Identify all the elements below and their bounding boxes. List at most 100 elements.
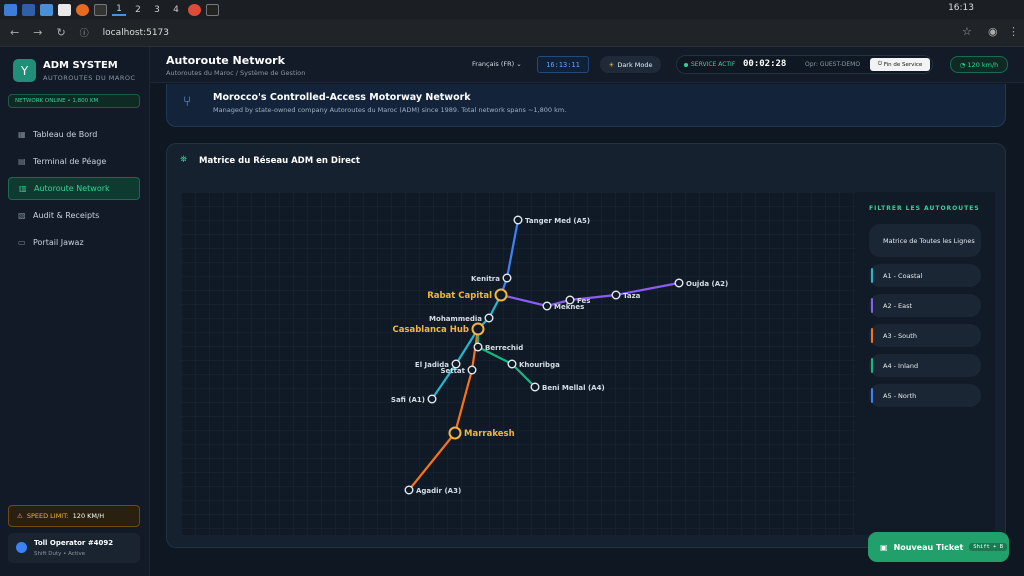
city-node[interactable] — [473, 342, 483, 352]
service-timer: 00:02:28 — [743, 59, 787, 69]
line-color-bar — [871, 328, 873, 343]
city-node[interactable] — [448, 426, 462, 440]
language-select[interactable]: Français (FR) ⌄ — [472, 60, 522, 68]
info-icon[interactable]: ⓘ — [80, 26, 89, 39]
speed-indicator: ◔ 120 km/h — [950, 56, 1008, 73]
filter-a3[interactable]: A3 - South — [869, 324, 981, 347]
network-map-svg: Tanger Med (A5) Kenitra Rabat Capital Moham… — [391, 215, 728, 495]
sidebar-item-audit[interactable]: ▧ Audit & Receipts — [8, 204, 140, 227]
adm-logo-icon: Y — [13, 59, 36, 82]
sun-icon: ☀ — [608, 60, 615, 69]
filter-all-lines[interactable]: Matrice de Toutes les Lignes — [869, 224, 981, 257]
grid-icon: ▦ — [18, 129, 26, 139]
language-value: Français (FR) — [472, 60, 515, 68]
filter-a1[interactable]: A1 - Coastal — [869, 264, 981, 287]
files-icon[interactable] — [40, 3, 53, 16]
status-dot-icon — [684, 63, 688, 67]
terminal-icon[interactable] — [94, 3, 107, 16]
brand-subtitle: AUTOROUTES DU MAROC — [43, 74, 136, 82]
profile-icon[interactable]: ◉ — [988, 25, 998, 38]
filter-a4[interactable]: A4 - Inland — [869, 354, 981, 377]
city-node[interactable] — [542, 301, 552, 311]
service-label: SERVICE ACTIF — [691, 61, 736, 68]
filter-a5[interactable]: A5 - North — [869, 384, 981, 407]
workspace-4[interactable]: 4 — [169, 5, 183, 15]
workspace-3[interactable]: 3 — [150, 5, 164, 15]
os-clock: 16:13 — [948, 3, 974, 13]
new-ticket-label: Nouveau Ticket — [893, 542, 964, 552]
city-label: Kenitra — [471, 275, 500, 283]
ticket-icon: ▣ — [880, 542, 888, 552]
page-title: Autoroute Network — [166, 54, 285, 67]
line-color-bar — [871, 298, 873, 313]
sidebar-item-toll-terminal[interactable]: ▤ Terminal de Péage — [8, 150, 140, 173]
city-node[interactable] — [565, 295, 575, 305]
sidebar-item-label: Audit & Receipts — [33, 211, 100, 220]
launcher-icon[interactable] — [4, 3, 17, 16]
brand-name: ADM SYSTEM — [43, 60, 118, 71]
city-node[interactable] — [530, 382, 540, 392]
sidebar-item-jawaz[interactable]: ▭ Portail Jawaz — [8, 231, 140, 254]
firefox-icon[interactable] — [76, 3, 89, 16]
motorway-line-5 — [476, 327, 537, 389]
city-label: Beni Mellal (A4) — [542, 384, 605, 392]
city-label: Taza — [623, 292, 641, 300]
filter-label: A3 - South — [883, 331, 917, 340]
speed-limit-value: 120 KM/H — [72, 512, 105, 520]
road-fork-icon: ⑂ — [183, 94, 192, 110]
bookmark-star-icon[interactable]: ☆ — [962, 25, 972, 38]
city-label: Agadir (A3) — [416, 487, 461, 495]
back-icon[interactable]: ← — [10, 26, 19, 39]
city-node[interactable] — [502, 273, 512, 283]
receipt-icon: ▧ — [18, 210, 26, 220]
filter-a2[interactable]: A2 - East — [869, 294, 981, 317]
terminal-window-icon[interactable] — [206, 3, 219, 16]
power-icon: ⏻ — [877, 61, 883, 67]
city-label: Settat — [440, 367, 465, 375]
sidebar-item-autoroute-network[interactable]: ▥ Autoroute Network — [8, 177, 140, 200]
city-node[interactable] — [467, 365, 477, 375]
filter-label: A4 - Inland — [883, 361, 919, 370]
chrome-icon[interactable] — [188, 3, 201, 16]
workspace-1[interactable]: 1 — [112, 4, 126, 16]
city-node[interactable] — [494, 288, 508, 302]
network-status-badge: NETWORK ONLINE • 1,800 KM — [8, 94, 140, 108]
page-header: Autoroute Network Autoroutes du Maroc / … — [150, 47, 1024, 83]
url-bar[interactable]: localhost:5173 — [103, 28, 169, 38]
city-node[interactable] — [484, 313, 494, 323]
menu-icon[interactable]: ⋮ — [1008, 25, 1019, 38]
new-ticket-button[interactable]: ▣ Nouveau Ticket Shift + B — [868, 532, 1009, 562]
city-node[interactable] — [611, 290, 621, 300]
city-node[interactable] — [427, 394, 437, 404]
dark-mode-toggle[interactable]: ☀ Dark Mode — [600, 56, 661, 73]
forward-icon[interactable]: → — [33, 26, 42, 39]
browser-toolbar: ← → ↻ ⓘ localhost:5173 ☆ ◉ ⋮ — [0, 19, 1024, 47]
sidebar-item-dashboard[interactable]: ▦ Tableau de Bord — [8, 123, 140, 146]
city-label: Fes — [577, 297, 590, 305]
city-node[interactable] — [513, 215, 523, 225]
workspace-2[interactable]: 2 — [131, 5, 145, 15]
city-node[interactable] — [471, 322, 485, 336]
reload-icon[interactable]: ↻ — [56, 26, 65, 39]
operator-card[interactable]: Toll Operator #4092 Shift Duty • Active — [8, 533, 140, 563]
header-clock: 16:13:11 — [537, 56, 589, 73]
filter-title: FILTRER LES AUTOROUTES — [869, 205, 980, 212]
city-node[interactable] — [507, 359, 517, 369]
filter-panel: FILTRER LES AUTOROUTES Matrice de Toutes… — [855, 192, 995, 535]
line-color-bar — [871, 358, 873, 373]
chevron-down-icon: ⌄ — [516, 60, 522, 68]
city-node[interactable] — [674, 278, 684, 288]
sidebar-item-label: Autoroute Network — [34, 184, 110, 193]
end-service-button[interactable]: ⏻ Fin de Service — [870, 58, 930, 71]
city-label: Khouribga — [519, 361, 560, 369]
city-label: Safi (A1) — [391, 396, 425, 404]
network-map[interactable]: Tanger Med (A5) Kenitra Rabat Capital Moham… — [181, 192, 855, 535]
city-node[interactable] — [404, 485, 414, 495]
document-icon[interactable] — [58, 3, 71, 16]
city-label: Mohammedia — [429, 315, 482, 323]
service-status: SERVICE ACTIF 00:02:28 Opr: GUEST-DEMO ⏻… — [676, 55, 933, 74]
end-service-label: Fin de Service — [883, 61, 923, 68]
desktop-icon[interactable] — [22, 3, 35, 16]
sidebar-item-label: Tableau de Bord — [33, 130, 98, 139]
operator-status: Shift Duty • Active — [34, 551, 86, 557]
